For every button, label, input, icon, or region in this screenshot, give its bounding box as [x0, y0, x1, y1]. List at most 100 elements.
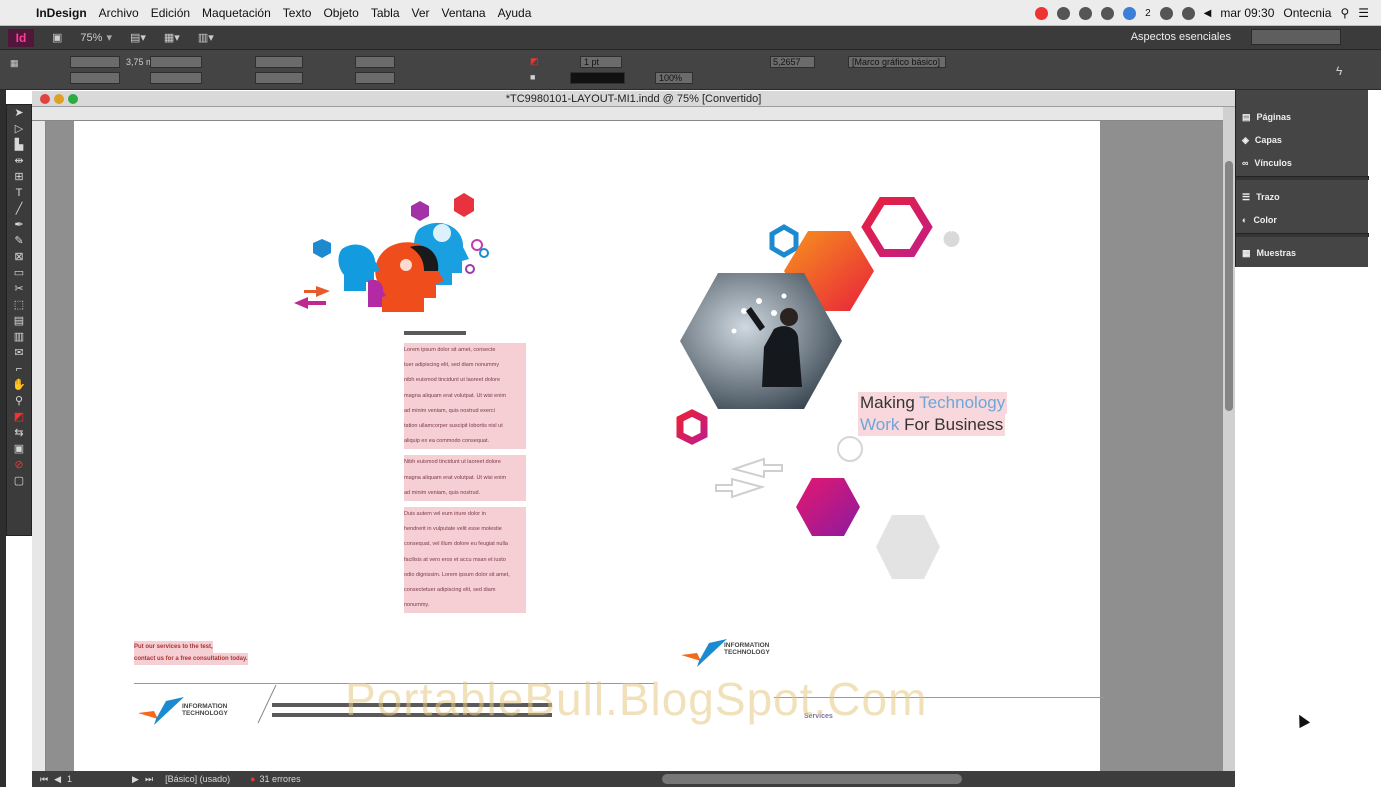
hexagon-cluster-graphic[interactable] — [634, 191, 974, 591]
page-number-field[interactable]: 1 — [67, 774, 72, 784]
body-text-frame[interactable]: Lorem ipsum dolor sit amet, consecte tue… — [404, 343, 526, 614]
user-name[interactable]: Ontecnia — [1283, 6, 1331, 20]
error-icon: ● — [250, 774, 256, 784]
height-field[interactable] — [150, 72, 202, 84]
formatting-affects-icon[interactable]: ▣ — [7, 441, 31, 457]
zoom-chevron-icon[interactable]: ▾ — [106, 31, 112, 44]
shear-field[interactable] — [355, 72, 395, 84]
dropbox-icon[interactable] — [1159, 6, 1173, 20]
sync-icon[interactable] — [1057, 6, 1071, 20]
menu-ayuda[interactable]: Ayuda — [498, 6, 532, 20]
apply-none-icon[interactable]: ⊘ — [7, 457, 31, 473]
share-icon[interactable] — [1101, 6, 1115, 20]
selection-tool-icon[interactable]: ➤ — [7, 105, 31, 121]
view-options-icon[interactable]: ▤▾ — [130, 31, 146, 44]
tagline-making: Making — [860, 393, 920, 412]
panel-stroke[interactable]: ☰ Trazo — [1242, 186, 1280, 208]
gap-tool-icon[interactable]: ⇹ — [7, 153, 31, 169]
vertical-scrollbar[interactable] — [1223, 107, 1235, 771]
menu-maquetacion[interactable]: Maquetación — [202, 6, 271, 20]
logo-line-2: TECHNOLOGY — [724, 649, 770, 656]
menu-ver[interactable]: Ver — [412, 6, 430, 20]
fill-icon[interactable]: ◩ — [530, 56, 539, 67]
last-page-icon[interactable]: ⏭ — [145, 774, 153, 785]
menu-archivo[interactable]: Archivo — [99, 6, 139, 20]
preflight-errors[interactable]: 31 errores — [260, 774, 301, 784]
note-tool-icon[interactable]: ✉ — [7, 345, 31, 361]
workspace-switcher[interactable]: Aspectos esenciales — [1131, 31, 1231, 43]
horizontal-scroll-thumb[interactable] — [662, 774, 962, 784]
direct-selection-tool-icon[interactable]: ▷ — [7, 121, 31, 137]
close-window-icon[interactable] — [40, 94, 50, 104]
call-to-action-text[interactable]: Put our services to the test, contact us… — [134, 641, 248, 665]
horizontal-ruler[interactable] — [32, 107, 1235, 121]
minimize-window-icon[interactable] — [54, 94, 64, 104]
swap-fill-stroke-icon[interactable]: ⇆ — [7, 425, 31, 441]
panel-color[interactable]: ◐ Color — [1242, 209, 1277, 231]
panel-layers[interactable]: ◈ Capas — [1242, 129, 1282, 151]
record-icon[interactable] — [1035, 6, 1049, 20]
menu-objeto[interactable]: Objeto — [323, 6, 358, 20]
search-input[interactable] — [1251, 29, 1341, 45]
head-silhouettes-graphic[interactable] — [284, 189, 499, 317]
line-tool-icon[interactable]: ╱ — [7, 201, 31, 217]
rotation-field[interactable] — [355, 56, 395, 68]
prev-page-icon[interactable]: ◀ — [54, 774, 61, 785]
zoom-tool-icon[interactable]: ⚲ — [7, 393, 31, 409]
lightning-icon[interactable]: ϟ — [1336, 64, 1342, 78]
menu-edicion[interactable]: Edición — [151, 6, 190, 20]
tagline[interactable]: Making Technology Work For Business — [858, 392, 1008, 436]
x-field[interactable] — [70, 56, 120, 68]
screen-mode-icon[interactable]: ▦▾ — [164, 31, 180, 44]
menu-texto[interactable]: Texto — [283, 6, 312, 20]
arrange-documents-icon[interactable]: ▥▾ — [198, 31, 214, 44]
zoom-window-icon[interactable] — [68, 94, 78, 104]
body-line: tuer adipiscing elit, sed diam nonummy — [404, 358, 526, 374]
rectangle-tool-icon[interactable]: ▭ — [7, 265, 31, 281]
fill-stroke-swatch-icon[interactable]: ◩ — [7, 409, 31, 425]
pen-tool-icon[interactable]: ✒ — [7, 217, 31, 233]
scale-y-field[interactable] — [255, 72, 303, 84]
app-menu[interactable]: InDesign — [36, 6, 87, 20]
panel-swatches[interactable]: ▦ Muestras — [1242, 242, 1296, 264]
scissors-tool-icon[interactable]: ✂ — [7, 281, 31, 297]
footer-logo-mark[interactable] — [136, 695, 188, 727]
scale-x-field[interactable] — [255, 56, 303, 68]
gradient-tool-icon[interactable]: ▤ — [7, 313, 31, 329]
bridge-icon[interactable]: ▣ — [52, 31, 62, 44]
panel-pages[interactable]: ▤ Páginas — [1242, 106, 1291, 128]
clock[interactable]: mar 09:30 — [1220, 6, 1274, 20]
first-page-icon[interactable]: ⏮ — [40, 774, 48, 785]
notification-icon[interactable] — [1123, 6, 1137, 20]
eyedropper-tool-icon[interactable]: ⌐ — [7, 361, 31, 377]
stroke-weight-value: 1 pt — [584, 57, 600, 67]
reference-point-icon[interactable]: ▦ — [10, 58, 19, 69]
wifi-icon[interactable] — [1181, 6, 1195, 20]
y-field[interactable] — [70, 72, 120, 84]
stroke-icon[interactable]: ■ — [530, 72, 535, 82]
free-transform-tool-icon[interactable]: ⬚ — [7, 297, 31, 313]
menu-ventana[interactable]: Ventana — [442, 6, 486, 20]
next-page-icon[interactable]: ▶ — [132, 774, 139, 785]
vertical-ruler[interactable] — [32, 121, 46, 771]
hand-tool-icon[interactable]: ✋ — [7, 377, 31, 393]
list-icon[interactable]: ☰ — [1358, 6, 1369, 20]
panel-links[interactable]: ∞ Vínculos — [1242, 152, 1292, 174]
volume-icon[interactable]: ◀ — [1204, 8, 1212, 19]
spotlight-icon[interactable]: ⚲ — [1340, 6, 1349, 20]
zoom-select[interactable]: 75% — [80, 32, 102, 44]
download-icon[interactable] — [1079, 6, 1093, 20]
body-line: ad minim veniam, quis nostrud exerci — [404, 403, 526, 420]
stroke-type-select[interactable] — [570, 72, 625, 84]
content-collector-icon[interactable]: ⊞ — [7, 169, 31, 185]
width-field[interactable] — [150, 56, 202, 68]
type-tool-icon[interactable]: T — [7, 185, 31, 201]
rectangle-frame-tool-icon[interactable]: ⊠ — [7, 249, 31, 265]
screen-mode-tool-icon[interactable]: ▢ — [7, 473, 31, 489]
style-status[interactable]: [Básico] (usado) — [165, 774, 230, 784]
menu-tabla[interactable]: Tabla — [371, 6, 400, 20]
vertical-scroll-thumb[interactable] — [1225, 161, 1233, 411]
pencil-tool-icon[interactable]: ✎ — [7, 233, 31, 249]
gradient-feather-tool-icon[interactable]: ▥ — [7, 329, 31, 345]
page-tool-icon[interactable]: ▙ — [7, 137, 31, 153]
